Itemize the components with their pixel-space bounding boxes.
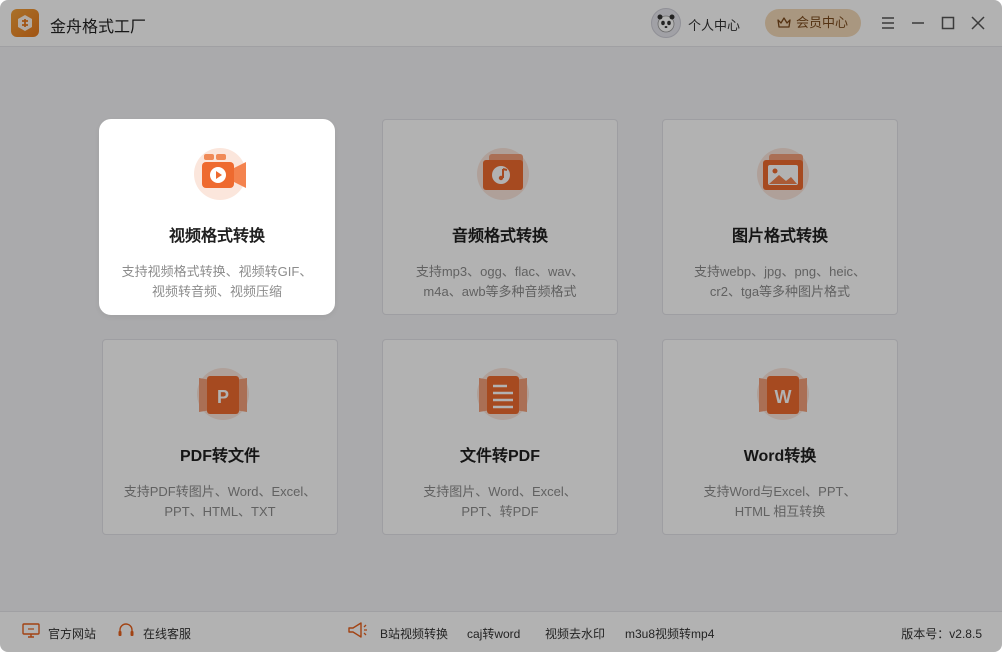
- word-w-icon: W: [751, 362, 815, 422]
- menu-icon[interactable]: [878, 13, 898, 33]
- app-window: 金舟格式工厂 个人中心 会员中心 视频格式转换 支持视频格式转换、视频转GIF、…: [0, 0, 1002, 652]
- maximize-icon[interactable]: [938, 13, 958, 33]
- card-title: 图片格式转换: [731, 228, 828, 245]
- pdf-p-icon: P: [191, 362, 255, 422]
- title-bar: 金舟格式工厂 个人中心 会员中心: [0, 0, 1002, 47]
- online-service-link[interactable]: 在线客服: [117, 623, 191, 642]
- close-icon[interactable]: [968, 13, 988, 33]
- card-title: PDF转文件: [179, 448, 260, 465]
- version-label: 版本号：v2.8.5: [901, 627, 982, 641]
- footer-link-remove-watermark[interactable]: 视频去水印: [545, 625, 605, 642]
- minimize-icon[interactable]: [908, 13, 928, 33]
- vip-center-label: 会员中心: [796, 15, 849, 30]
- card-title: 文件转PDF: [459, 448, 540, 465]
- monitor-icon: [22, 623, 40, 638]
- footer-link-m3u8-mp4[interactable]: m3u8视频转mp4: [625, 625, 714, 642]
- modal-dim-overlay: [0, 0, 1002, 652]
- personal-center-link[interactable]: 个人中心: [688, 15, 740, 34]
- crown-icon: [777, 17, 791, 28]
- avatar[interactable]: [651, 8, 681, 38]
- card-title: Word转换: [743, 448, 817, 465]
- document-icon: [471, 362, 535, 422]
- card-description: 支持视频格式转换、视频转GIF、 视频转音频、视频压缩: [121, 264, 313, 299]
- svg-text:P: P: [217, 387, 229, 407]
- footer-bar: 官方网站 在线客服 B站视频转换 caj转word 视频去水印 m3u8视频转m…: [0, 611, 1002, 652]
- card-description: 支持Word与Excel、PPT、 HTML 相互转换: [703, 484, 857, 519]
- video-icon: [188, 142, 252, 202]
- music-icon: [471, 142, 535, 202]
- card-word-convert[interactable]: W Word转换 支持Word与Excel、PPT、 HTML 相互转换: [662, 339, 898, 535]
- card-title: 视频格式转换: [168, 228, 265, 245]
- card-audio-convert[interactable]: 音频格式转换 支持mp3、ogg、flac、wav、 m4a、awb等多种音频格…: [382, 119, 618, 315]
- svg-text:W: W: [775, 387, 792, 407]
- card-image-convert[interactable]: 图片格式转换 支持webp、jpg、png、heic、 cr2、tga等多种图片…: [662, 119, 898, 315]
- card-title: 音频格式转换: [451, 228, 548, 245]
- card-file-to-pdf[interactable]: 文件转PDF 支持图片、Word、Excel、 PPT、转PDF: [382, 339, 618, 535]
- card-description: 支持mp3、ogg、flac、wav、 m4a、awb等多种音频格式: [415, 264, 585, 299]
- footer-link-caj-word[interactable]: caj转word: [467, 625, 520, 642]
- card-description: 支持图片、Word、Excel、 PPT、转PDF: [423, 484, 577, 519]
- card-description: 支持webp、jpg、png、heic、 cr2、tga等多种图片格式: [694, 264, 866, 299]
- card-description: 支持PDF转图片、Word、Excel、 PPT、HTML、TXT: [123, 484, 317, 519]
- footer-link-bilibili[interactable]: B站视频转换: [380, 625, 448, 642]
- vip-center-button[interactable]: 会员中心: [765, 9, 861, 37]
- headset-icon: [118, 623, 134, 636]
- card-video-convert[interactable]: 视频格式转换 支持视频格式转换、视频转GIF、 视频转音频、视频压缩: [99, 119, 335, 315]
- image-icon: [751, 142, 815, 202]
- app-logo-icon: [11, 9, 39, 37]
- megaphone-icon: [346, 621, 368, 643]
- official-site-link[interactable]: 官方网站: [22, 623, 96, 642]
- card-pdf-to-file[interactable]: P PDF转文件 支持PDF转图片、Word、Excel、 PPT、HTML、T…: [102, 339, 338, 535]
- app-title: 金舟格式工厂: [50, 19, 147, 36]
